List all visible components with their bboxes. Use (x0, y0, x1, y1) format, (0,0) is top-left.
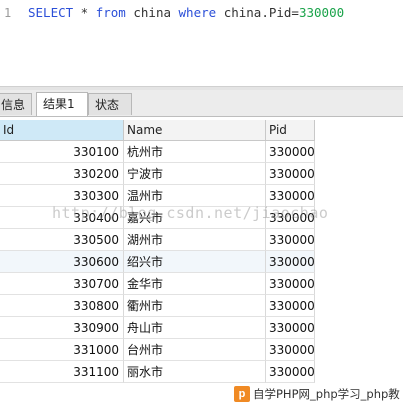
table-row[interactable]: 330600 绍兴市 330000 (0, 251, 315, 273)
tab-info[interactable]: 信息 (0, 93, 32, 115)
cell-id[interactable]: 330900 (0, 317, 124, 339)
line-number: 1 (4, 6, 12, 20)
sql-keyword-where: where (178, 5, 217, 20)
cell-pid[interactable]: 330000 (266, 317, 315, 339)
sql-value: 330000 (298, 5, 345, 20)
cell-name[interactable]: 丽水市 (124, 361, 266, 383)
cell-name[interactable]: 杭州市 (124, 141, 266, 163)
table-row[interactable]: 330900 舟山市 330000 (0, 317, 315, 339)
tab-status[interactable]: 状态 (88, 93, 132, 115)
cell-name[interactable]: 宁波市 (124, 163, 266, 185)
site-logo-text: 自学PHP网_php学习_php教 (253, 387, 400, 401)
watermark-text: http://blog.csdn.net/jiaochao (52, 204, 329, 222)
cell-pid[interactable]: 330000 (266, 251, 315, 273)
cell-pid[interactable]: 330000 (266, 339, 315, 361)
sql-star: * (73, 5, 96, 20)
cell-name[interactable]: 台州市 (124, 339, 266, 361)
cell-name[interactable]: 舟山市 (124, 317, 266, 339)
sql-condition: china.Pid= (216, 5, 299, 20)
result-grid: Id Name Pid 330100 杭州市 330000 330200 宁波市… (0, 117, 403, 387)
sql-table: china (125, 5, 179, 20)
cell-id[interactable]: 330600 (0, 251, 124, 273)
cell-name[interactable]: 绍兴市 (124, 251, 266, 273)
cell-id[interactable]: 330500 (0, 229, 124, 251)
cell-id[interactable]: 331000 (0, 339, 124, 361)
cell-name[interactable]: 金华市 (124, 273, 266, 295)
table-row[interactable]: 330700 金华市 330000 (0, 273, 315, 295)
cell-pid[interactable]: 330000 (266, 141, 315, 163)
column-header-name[interactable]: Name (124, 120, 266, 141)
result-tab-bar: 信息 结果1 状态 (0, 90, 403, 117)
cell-pid[interactable]: 330000 (266, 295, 315, 317)
column-header-id[interactable]: Id (0, 120, 124, 141)
sql-editor[interactable]: 1 SELECT * from china where china.Pid=33… (0, 0, 403, 88)
cell-pid[interactable]: 330000 (266, 163, 315, 185)
sql-keyword-from: from (95, 5, 126, 20)
table-row[interactable]: 331000 台州市 330000 (0, 339, 315, 361)
cell-name[interactable]: 衢州市 (124, 295, 266, 317)
cell-pid[interactable]: 330000 (266, 361, 315, 383)
app-window: 1 SELECT * from china where china.Pid=33… (0, 0, 403, 407)
cell-id[interactable]: 331100 (0, 361, 124, 383)
sql-query[interactable]: SELECT * from china where china.Pid=3300… (28, 5, 344, 20)
cell-id[interactable]: 330200 (0, 163, 124, 185)
site-logo-badge: p 自学PHP网_php学习_php教 (232, 384, 403, 404)
table-row[interactable]: 330200 宁波市 330000 (0, 163, 315, 185)
php-logo-icon: p (234, 386, 250, 402)
cell-name[interactable]: 湖州市 (124, 229, 266, 251)
sql-keyword-select: SELECT (28, 5, 74, 20)
table-row[interactable]: 331100 丽水市 330000 (0, 361, 315, 383)
cell-id[interactable]: 330800 (0, 295, 124, 317)
table-row[interactable]: 330100 杭州市 330000 (0, 141, 315, 163)
cell-pid[interactable]: 330000 (266, 229, 315, 251)
table-row[interactable]: 330500 湖州市 330000 (0, 229, 315, 251)
table-row[interactable]: 330800 衢州市 330000 (0, 295, 315, 317)
column-header-pid[interactable]: Pid (266, 120, 315, 141)
grid-header: Id Name Pid (0, 120, 315, 141)
cell-id[interactable]: 330700 (0, 273, 124, 295)
cell-id[interactable]: 330100 (0, 141, 124, 163)
tab-result1[interactable]: 结果1 (36, 92, 88, 116)
cell-pid[interactable]: 330000 (266, 273, 315, 295)
